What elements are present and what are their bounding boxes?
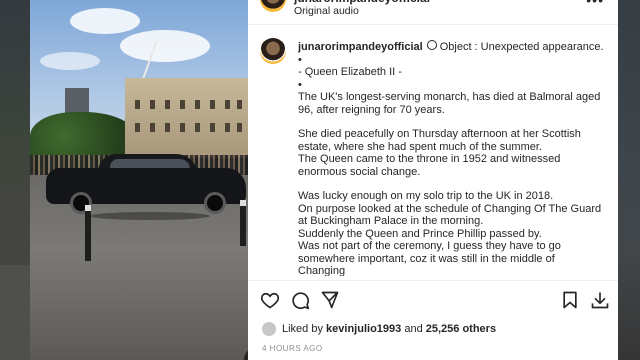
limousine xyxy=(46,150,246,214)
background-right xyxy=(618,0,640,360)
action-bar xyxy=(248,288,618,312)
share-icon[interactable] xyxy=(318,288,342,312)
caption-avatar[interactable] xyxy=(260,38,286,64)
liker-username[interactable]: kevinjulio1993 xyxy=(326,323,401,335)
heart-icon[interactable] xyxy=(258,288,282,312)
post-timestamp: 4 HOURS AGO xyxy=(262,344,323,353)
caption-text: junarorimpandeyofficial Object : Unexpect… xyxy=(298,40,604,276)
background-left xyxy=(0,0,30,360)
original-audio-link[interactable]: Original audio xyxy=(294,5,359,17)
comment-icon[interactable] xyxy=(288,288,312,312)
caption-line: The Queen came to the throne in 1952 and… xyxy=(298,153,564,178)
likes-summary[interactable]: Liked by kevinjulio1993 and 25,256 other… xyxy=(262,321,496,337)
divider xyxy=(248,280,618,281)
caption-line: • xyxy=(298,53,302,66)
avatar[interactable] xyxy=(260,0,286,12)
caption-line: She died peacefully on Thursday afternoo… xyxy=(298,128,584,153)
caption-username[interactable]: junarorimpandeyofficial xyxy=(298,41,423,53)
caption-line: On purpose looked at the schedule of Cha… xyxy=(298,202,604,228)
caption-line: Was lucky enough on my solo trip to the … xyxy=(298,190,554,202)
likes-prefix: Liked by xyxy=(282,323,323,335)
bookmark-icon[interactable] xyxy=(558,288,582,312)
post-media-video[interactable] xyxy=(30,0,248,360)
caption-line: Suddenly the Queen and Prince Phillip pa… xyxy=(298,227,542,240)
caption-line: Was not part of the ceremony, I guess th… xyxy=(298,240,564,276)
caption-line: - Queen Elizabeth II - xyxy=(298,66,402,78)
caption-line: Object : Unexpected appearance. xyxy=(439,41,604,53)
more-options-icon[interactable]: ••• xyxy=(586,0,604,8)
caption-line: The UK's longest-serving monarch, has di… xyxy=(298,91,604,116)
caption-line: • xyxy=(298,78,302,91)
caption-verified-icon xyxy=(426,40,437,50)
likes-others-count[interactable]: 25,256 others xyxy=(426,323,496,335)
post-header: junarorimpandeyofficial Original audio •… xyxy=(248,0,618,25)
download-icon[interactable] xyxy=(588,288,612,312)
post-details-panel: junarorimpandeyofficial Original audio •… xyxy=(248,0,618,360)
likes-joiner: and xyxy=(404,323,423,335)
avatar xyxy=(262,322,276,336)
